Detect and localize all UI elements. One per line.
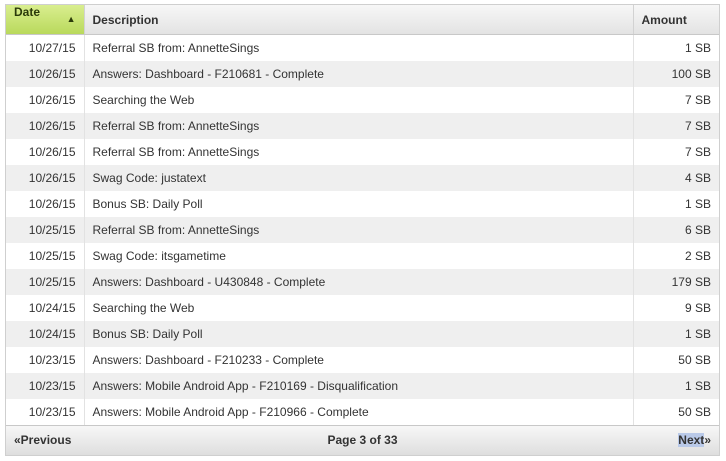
- row-description: Bonus SB: Daily Poll: [84, 190, 634, 217]
- column-header-description[interactable]: Description: [84, 5, 634, 35]
- row-description: Swag Code: justatext: [84, 164, 634, 191]
- row-description: Searching the Web: [84, 86, 634, 113]
- column-header-description-label: Description: [92, 12, 159, 27]
- table-row: 10/24/15 Bonus SB: Daily Poll 1 SB: [6, 320, 719, 347]
- row-date: 10/23/15: [6, 398, 85, 425]
- row-amount: 1 SB: [684, 40, 711, 55]
- table-row: 10/25/15 Answers: Dashboard - U430848 - C…: [6, 268, 719, 295]
- row-date: 10/25/15: [6, 242, 85, 269]
- table-row: 10/24/15 Searching the Web 9 SB: [6, 294, 719, 321]
- row-amount: 4 SB: [633, 164, 719, 191]
- next-arrow-icon: »: [704, 433, 711, 447]
- row-description: Referral SB from: AnnetteSings: [84, 34, 634, 61]
- row-date: 10/23/15: [6, 372, 85, 399]
- row-amount: 1 SB: [633, 320, 719, 347]
- table-row: 10/26/15 Swag Code: justatext 4 SB: [6, 164, 719, 191]
- column-header-amount-label: Amount: [641, 12, 687, 27]
- row-date: 10/23/15: [6, 346, 85, 373]
- row-amount: 9 SB: [684, 300, 711, 315]
- row-date: 10/26/15: [6, 138, 85, 165]
- next-page-label: Next: [678, 433, 705, 447]
- table-row: 10/23/15 Answers: Mobile Android App - F2…: [6, 372, 719, 399]
- row-date: 10/25/15: [6, 216, 85, 243]
- table-row: 10/26/15 Referral SB from: AnnetteSings 7 …: [6, 138, 719, 165]
- row-amount: 7 SB: [684, 92, 711, 107]
- page-indicator: Page 3 of 33: [327, 433, 398, 447]
- row-description: Referral SB from: AnnetteSings: [84, 216, 634, 243]
- row-date: 10/27/15: [6, 34, 85, 61]
- row-description: Answers: Mobile Android App - F210169 - …: [84, 372, 634, 399]
- row-description: Answers: Dashboard - F210681 - Complete: [84, 60, 634, 87]
- row-description: Answers: Dashboard - U430848 - Complete: [84, 268, 634, 295]
- row-amount: 1 SB: [633, 372, 719, 399]
- row-amount: 100 SB: [633, 60, 719, 87]
- table-row: 10/26/15 Bonus SB: Daily Poll 1 SB: [6, 190, 719, 217]
- row-amount: 50 SB: [678, 404, 711, 419]
- row-amount: 179 SB: [633, 268, 719, 295]
- table-row: 10/27/15 Referral SB from: AnnetteSings 1 …: [6, 34, 719, 61]
- next-page-link[interactable]: Next»: [678, 426, 711, 455]
- row-amount: 7 SB: [633, 112, 719, 139]
- row-description: Searching the Web: [84, 294, 634, 321]
- row-description: Swag Code: itsgametime: [84, 242, 634, 269]
- row-date: 10/24/15: [6, 320, 85, 347]
- row-description: Answers: Mobile Android App - F210966 - …: [84, 398, 634, 425]
- history-table-panel: Date ▲ Description Amount 10/27/15 Referr…: [5, 4, 720, 456]
- table-row: 10/26/15 Referral SB from: AnnetteSings 7 …: [6, 112, 719, 139]
- table-row: 10/26/15 Answers: Dashboard - F210681 - C…: [6, 60, 719, 87]
- table-row: 10/25/15 Referral SB from: AnnetteSings 6 …: [6, 216, 719, 243]
- row-date: 10/25/15: [6, 268, 85, 295]
- row-date: 10/26/15: [6, 60, 85, 87]
- row-description: Referral SB from: AnnetteSings: [84, 138, 634, 165]
- row-description: Answers: Dashboard - F210233 - Complete: [84, 346, 634, 373]
- row-date: 10/26/15: [6, 190, 85, 217]
- sort-ascending-icon: ▲: [66, 14, 76, 24]
- column-header-amount[interactable]: Amount: [633, 5, 719, 35]
- table-header-row: Date ▲ Description Amount: [6, 5, 719, 35]
- row-amount: 7 SB: [684, 144, 711, 159]
- pagination-bar: «Previous Page 3 of 33 Next»: [6, 425, 719, 455]
- history-table: Date ▲ Description Amount 10/27/15 Referr…: [6, 5, 719, 425]
- row-amount: 1 SB: [684, 196, 711, 211]
- row-description: Bonus SB: Daily Poll: [84, 320, 634, 347]
- row-date: 10/26/15: [6, 86, 85, 113]
- row-date: 10/26/15: [6, 164, 85, 191]
- row-amount: 2 SB: [684, 248, 711, 263]
- row-date: 10/26/15: [6, 112, 85, 139]
- row-amount: 50 SB: [678, 352, 711, 367]
- row-date: 10/24/15: [6, 294, 85, 321]
- table-row: 10/23/15 Answers: Mobile Android App - F2…: [6, 398, 719, 425]
- row-description: Referral SB from: AnnetteSings: [84, 112, 634, 139]
- column-header-date[interactable]: Date ▲: [6, 5, 85, 35]
- table-row: 10/26/15 Searching the Web 7 SB: [6, 86, 719, 113]
- column-header-date-label: Date: [14, 5, 41, 19]
- table-row: 10/23/15 Answers: Dashboard - F210233 - C…: [6, 346, 719, 373]
- table-row: 10/25/15 Swag Code: itsgametime 2 SB: [6, 242, 719, 269]
- row-amount: 6 SB: [633, 216, 719, 243]
